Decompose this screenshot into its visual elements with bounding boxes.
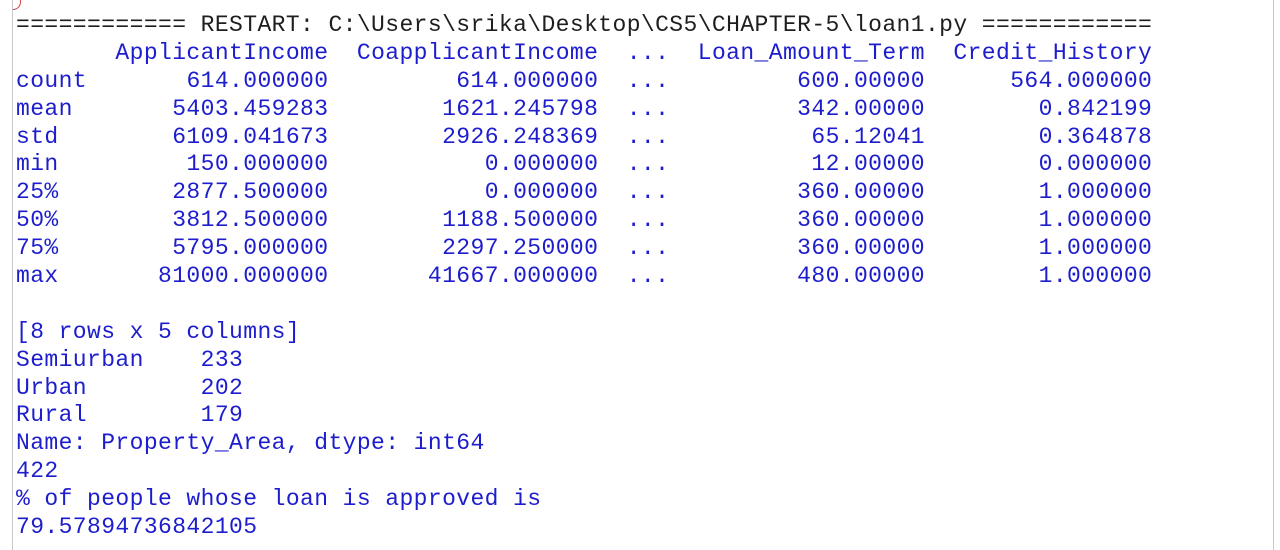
- col-credit-history: Credit_History: [953, 39, 1153, 66]
- row-label: count: [16, 67, 88, 94]
- table-cell: 81000.000000: [158, 263, 329, 290]
- shell-output-window[interactable]: ============ RESTART: C:\Users\srika\Des…: [12, 0, 1274, 550]
- table-cell: ...: [626, 263, 670, 290]
- row-label: 50%: [16, 207, 59, 234]
- row-label: mean: [16, 95, 73, 122]
- table-cell: 600.00000: [797, 67, 925, 94]
- restart-banner: ============ RESTART: C:\Users\srika\Des…: [16, 12, 1153, 38]
- table-cell: 1.000000: [1038, 207, 1153, 234]
- table-cell: 2297.250000: [442, 235, 599, 262]
- row-label: 75%: [16, 235, 59, 262]
- col-ellipsis: ...: [626, 39, 670, 66]
- col-applicant-income: ApplicantIncome: [115, 39, 329, 66]
- table-header-index: [16, 40, 115, 66]
- table-cell: 0.000000: [484, 179, 599, 206]
- table-cell: 342.00000: [797, 95, 925, 122]
- approved-count-line: 422: [16, 458, 59, 485]
- table-cell: 1188.500000: [442, 207, 599, 234]
- table-cell: 65.12041: [811, 123, 925, 150]
- table-cell: 614.000000: [186, 67, 329, 94]
- table-row: max 81000.000000 41667.000000 ... 480.00…: [16, 263, 1273, 291]
- table-cell: 1.000000: [1038, 263, 1153, 290]
- table-cell: ...: [626, 151, 670, 178]
- table-cell: 2877.500000: [172, 179, 329, 206]
- table-row: 25% 2877.500000 0.000000 ... 360.00000 1…: [16, 179, 1273, 207]
- table-cell: 12.00000: [811, 151, 925, 178]
- shape-line: [8 rows x 5 columns]: [16, 318, 301, 345]
- table-cell: 0.000000: [1038, 151, 1153, 178]
- table-row: std 6109.041673 2926.248369 ... 65.12041…: [16, 124, 1273, 152]
- table-cell: 6109.041673: [172, 123, 329, 150]
- col-coapplicant-income: CoapplicantIncome: [356, 39, 599, 66]
- table-cell: 360.00000: [797, 235, 925, 262]
- value-count-row: Rural 179: [16, 402, 1273, 430]
- row-label: max: [16, 263, 59, 290]
- table-row: mean 5403.459283 1621.245798 ... 342.000…: [16, 96, 1273, 124]
- table-cell: 564.000000: [1010, 67, 1153, 94]
- table-cell: 41667.000000: [427, 263, 599, 290]
- table-row: 50% 3812.500000 1188.500000 ... 360.0000…: [16, 207, 1273, 235]
- console-output[interactable]: ============ RESTART: C:\Users\srika\Des…: [13, 0, 1273, 542]
- value-count-label: Rural: [16, 402, 88, 429]
- series-info-line: Name: Property_Area, dtype: int64: [16, 430, 485, 457]
- table-header: ApplicantIncome CoapplicantIncome ... Lo…: [16, 40, 1273, 68]
- value-count-number: 202: [200, 374, 244, 401]
- value-count-row: Semiurban 233: [16, 347, 1273, 375]
- value-count-label: Urban: [16, 374, 88, 401]
- table-cell: 1.000000: [1038, 235, 1153, 262]
- value-counts-list: Semiurban 233 Urban 202 Rural 179: [16, 347, 1273, 431]
- table-cell: 480.00000: [797, 263, 925, 290]
- table-cell: ...: [626, 95, 670, 122]
- value-count-number: 233: [200, 346, 244, 373]
- table-cell: ...: [626, 207, 670, 234]
- table-cell: 0.364878: [1038, 123, 1153, 150]
- value-count-row: Urban 202: [16, 375, 1273, 403]
- table-cell: 0.842199: [1038, 95, 1153, 122]
- row-label: 25%: [16, 179, 59, 206]
- table-cell: ...: [626, 179, 670, 206]
- table-row: min 150.000000 0.000000 ... 12.00000 0.0…: [16, 151, 1273, 179]
- table-cell: ...: [626, 67, 670, 94]
- table-cell: 0.000000: [484, 151, 599, 178]
- describe-table-body: count 614.000000 614.000000 ... 600.0000…: [16, 68, 1273, 291]
- table-cell: 5403.459283: [172, 95, 329, 122]
- table-cell: 360.00000: [797, 207, 925, 234]
- row-label: min: [16, 151, 59, 178]
- value-count-number: 179: [200, 402, 244, 429]
- table-cell: 2926.248369: [442, 123, 599, 150]
- table-cell: 5795.000000: [172, 235, 329, 262]
- table-row: count 614.000000 614.000000 ... 600.0000…: [16, 68, 1273, 96]
- table-cell: 150.000000: [186, 151, 329, 178]
- row-label: std: [16, 123, 59, 150]
- table-cell: 614.000000: [456, 67, 599, 94]
- col-loan-amount-term: Loan_Amount_Term: [697, 39, 925, 66]
- approved-percent-line: 79.57894736842105: [16, 514, 258, 541]
- table-cell: 1.000000: [1038, 179, 1153, 206]
- table-cell: 1621.245798: [442, 95, 599, 122]
- approved-text-line: % of people whose loan is approved is: [16, 486, 542, 513]
- value-count-label: Semiurban: [16, 346, 144, 373]
- table-cell: ...: [626, 123, 670, 150]
- table-cell: ...: [626, 235, 670, 262]
- table-cell: 360.00000: [797, 179, 925, 206]
- table-row: 75% 5795.000000 2297.250000 ... 360.0000…: [16, 235, 1273, 263]
- table-cell: 3812.500000: [172, 207, 329, 234]
